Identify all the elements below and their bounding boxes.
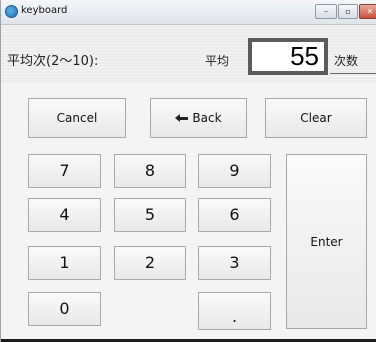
digit-5-button[interactable]: 5: [114, 198, 186, 232]
digit-9-button[interactable]: 9: [198, 154, 271, 188]
digit-label: 2: [144, 253, 156, 272]
minimize-button[interactable]: –: [315, 4, 337, 19]
digit-8-button[interactable]: 8: [114, 154, 186, 188]
unit-label: 次数: [334, 54, 359, 68]
digit-label: 6: [229, 205, 240, 224]
back-arrow-icon: [175, 114, 189, 123]
clear-label: Clear: [300, 111, 332, 125]
value-display[interactable]: 55: [248, 38, 328, 75]
back-label: Back: [192, 111, 222, 125]
digit-2-button[interactable]: 2: [114, 246, 186, 280]
digit-label: 8: [144, 161, 156, 180]
decimal-point-button[interactable]: .: [198, 292, 271, 330]
digit-label: 7: [59, 161, 70, 180]
value-text: 55: [290, 41, 319, 71]
window-title: keyboard: [21, 5, 68, 16]
digit-label: 3: [229, 253, 240, 272]
decimal-point-label: .: [231, 307, 238, 326]
digit-7-button[interactable]: 7: [28, 154, 101, 188]
keyboard-window: keyboard – ▫ ✕ 平均次(2～10): 平均 55 次数 Cance…: [0, 0, 376, 342]
enter-button[interactable]: Enter: [286, 154, 367, 329]
app-icon: [5, 5, 18, 18]
average-label: 平均: [205, 54, 230, 68]
unit-underline: [330, 73, 376, 74]
cancel-label: Cancel: [56, 111, 98, 125]
cancel-button[interactable]: Cancel: [28, 98, 126, 138]
display-header: 平均次(2～10): 平均 55 次数: [1, 25, 376, 83]
back-button[interactable]: Back: [150, 98, 247, 138]
digit-label: 5: [144, 205, 156, 224]
digit-4-button[interactable]: 4: [28, 198, 101, 232]
enter-label: Enter: [310, 235, 343, 249]
close-button[interactable]: ✕: [359, 4, 376, 19]
title-bar[interactable]: keyboard – ▫ ✕: [1, 0, 376, 25]
digit-0-button[interactable]: 0: [28, 292, 101, 326]
digit-label: 0: [59, 299, 70, 318]
keypad: Cancel Back Clear 7 8 9 4 5 6 1 2 3 0 . …: [1, 83, 376, 342]
digit-label: 9: [229, 161, 240, 180]
digit-6-button[interactable]: 6: [198, 198, 271, 232]
maximize-button[interactable]: ▫: [338, 4, 358, 19]
count-range-label: 平均次(2～10):: [7, 54, 99, 69]
digit-1-button[interactable]: 1: [28, 246, 101, 280]
digit-label: 1: [59, 253, 70, 272]
clear-button[interactable]: Clear: [265, 98, 367, 138]
digit-3-button[interactable]: 3: [198, 246, 271, 280]
digit-label: 4: [59, 205, 70, 224]
